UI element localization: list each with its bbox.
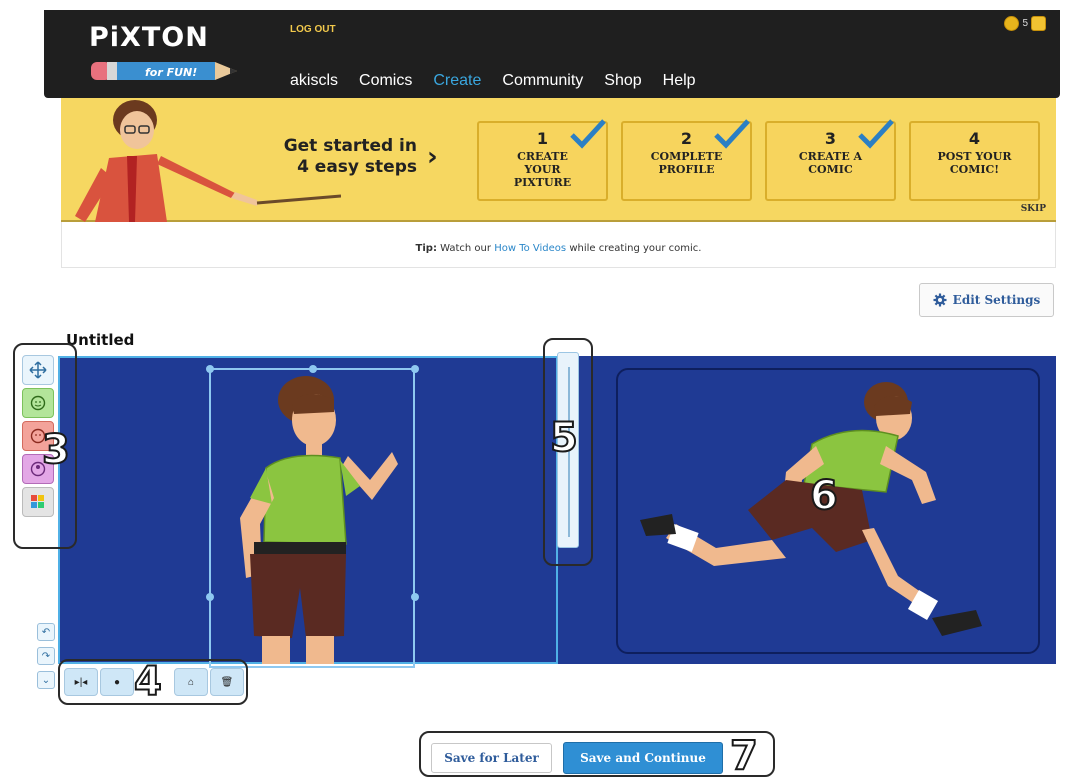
main-nav: akiscls Comics Create Community Shop Hel… [290,72,717,90]
face-icon[interactable] [22,388,54,418]
annotation-3: 3 [41,427,71,473]
coin-icon [1004,16,1020,31]
chevron-right-icon: › [427,142,438,172]
step-3-create-comic[interactable]: 3 CREATE A COMIC [765,119,896,201]
nav-user[interactable]: akiscls [290,72,338,90]
nav-help[interactable]: Help [663,72,696,90]
annotation-4: 4 [133,659,163,705]
edit-settings-button[interactable]: Edit Settings [919,283,1054,317]
tip-bar: Tip: Watch our How To Videos while creat… [61,222,1056,268]
redo-icon[interactable]: ↷ [37,647,55,665]
resize-handle[interactable] [206,593,214,601]
chevron-down-icon[interactable]: ⌄ [37,671,55,689]
save-for-later-button[interactable]: Save for Later [431,743,552,773]
comic-title[interactable]: Untitled [66,331,134,349]
banner-heading: Get started in 4 easy steps [283,136,417,177]
trash-icon[interactable]: 🗑 [210,668,244,696]
logo-sub: for FUN! [145,66,197,79]
step-label: POST YOUR COMIC! [937,150,1012,176]
resize-handle[interactable] [206,365,214,373]
tip-label: Tip: [415,243,437,254]
checkmark-icon [714,119,750,149]
nav-create[interactable]: Create [433,72,481,90]
tip-text-after: while creating your comic. [569,243,702,254]
step-1-create-pixture[interactable]: 1 CREATE YOUR PIXTURE [477,119,608,201]
save-and-continue-button[interactable]: Save and Continue [563,742,723,774]
annotation-5: 5 [549,415,579,461]
pixton-logo[interactable]: PiXTON for FUN! [89,22,249,82]
nav-comics[interactable]: Comics [359,72,412,90]
how-to-videos-link[interactable]: How To Videos [494,243,566,254]
gear-icon [933,293,947,307]
step-label: CREATE YOUR PIXTURE [513,150,572,189]
step-label: CREATE A COMIC [798,150,863,176]
shield-badge-icon [1031,16,1046,31]
skip-link[interactable]: SKIP [1021,204,1046,214]
front-icon[interactable]: ● [100,668,134,696]
resize-handle[interactable] [411,593,419,601]
flip-icon[interactable]: ▸|◂ [64,668,98,696]
coins-count: 5 [1022,18,1028,29]
send-back-icon[interactable]: ⌂ [174,668,208,696]
coins-display: 5 [1004,16,1046,31]
resize-handle[interactable] [411,365,419,373]
color-palette-icon[interactable] [22,487,54,517]
nav-shop[interactable]: Shop [604,72,641,90]
move-icon[interactable] [22,355,54,385]
pencil-logo-icon: for FUN! [91,62,237,80]
tip-text-before: Watch our [440,243,492,254]
undo-icon[interactable]: ↶ [37,623,55,641]
getting-started-banner: Get started in 4 easy steps › 1 CREATE Y… [61,98,1056,222]
top-header: PiXTON for FUN! LOG OUT 5 akiscls Comics… [44,10,1060,98]
logout-link[interactable]: LOG OUT [290,24,336,35]
resize-handle[interactable] [309,365,317,373]
step-4-post-comic[interactable]: 4 POST YOUR COMIC! [909,121,1040,201]
annotation-6: 6 [809,473,839,519]
step-2-complete-profile[interactable]: 2 COMPLETE PROFILE [621,119,752,201]
checkmark-icon [858,119,894,149]
annotation-7: 7 [729,733,759,778]
checkmark-icon [570,119,606,149]
selection-box[interactable] [209,368,415,668]
step-number: 4 [968,129,981,148]
nav-community[interactable]: Community [502,72,583,90]
edit-settings-label: Edit Settings [952,293,1041,307]
logo-text: PiXTON [89,22,209,53]
step-label: COMPLETE PROFILE [650,150,723,176]
